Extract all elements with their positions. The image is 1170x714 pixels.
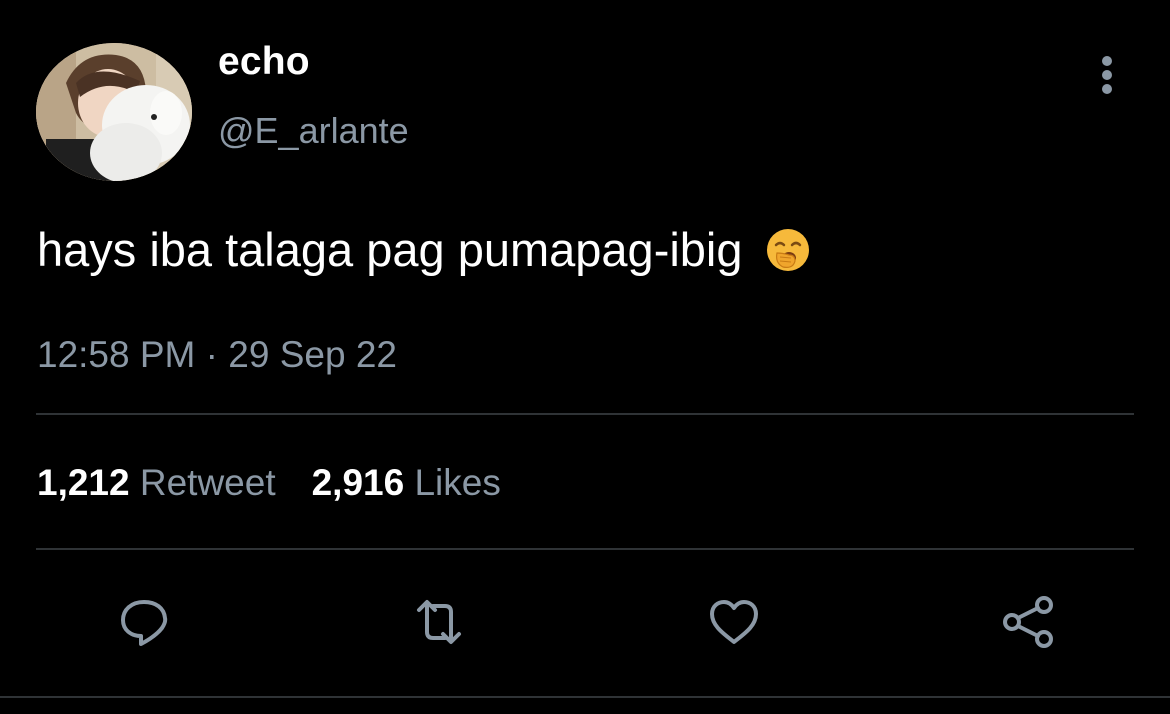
tweet-detail: echo @E_arlante hays iba talaga pag puma… (0, 0, 1170, 714)
tweet-date: 29 Sep 22 (228, 334, 397, 375)
reply-button[interactable] (116, 594, 172, 650)
share-button[interactable] (1000, 594, 1056, 650)
retweet-button[interactable] (411, 594, 467, 650)
retweets-label: Retweet (139, 462, 276, 503)
tweet-time: 12:58 PM (37, 334, 196, 375)
like-button[interactable] (706, 594, 762, 650)
divider (36, 413, 1134, 415)
share-icon (1003, 596, 1053, 648)
retweets-stat[interactable]: 1,212 Retweet (37, 462, 276, 503)
divider (36, 548, 1134, 550)
yawning-face-emoji-icon (765, 227, 811, 273)
retweet-icon (417, 600, 461, 644)
reply-icon (121, 600, 168, 646)
avatar-image (36, 43, 192, 181)
like-icon (710, 600, 758, 644)
author-handle[interactable]: @E_arlante (218, 110, 409, 152)
retweets-count: 1,212 (37, 462, 130, 503)
author-display-name[interactable]: echo (218, 40, 310, 84)
more-options-icon[interactable] (1090, 52, 1124, 98)
timestamp-separator: · (205, 334, 218, 375)
likes-stat[interactable]: 2,916 Likes (312, 462, 501, 503)
likes-count: 2,916 (311, 462, 405, 503)
tweet-timestamp[interactable]: 12:58 PM · 29 Sep 22 (37, 334, 397, 376)
likes-label: Likes (414, 462, 501, 503)
avatar[interactable] (36, 43, 192, 181)
bottom-divider (0, 696, 1170, 698)
tweet-text: hays iba talaga pag pumapag-ibig (37, 222, 811, 277)
engagement-stats: 1,212 Retweet 2,916 Likes (37, 462, 501, 504)
tweet-text-content: hays iba talaga pag pumapag-ibig (37, 223, 743, 276)
